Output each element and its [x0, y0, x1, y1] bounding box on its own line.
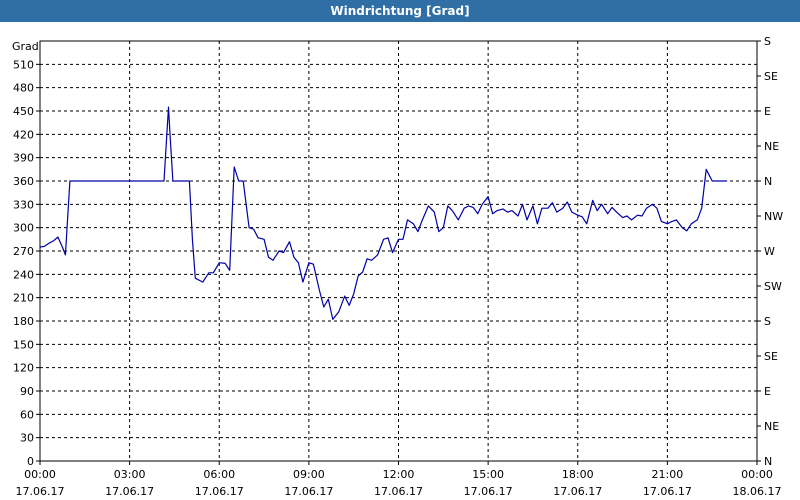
y2-tick-label: E — [764, 385, 771, 398]
y2-tick-label: SE — [764, 350, 778, 363]
y-tick-label: 510 — [13, 58, 34, 71]
y2-tick-label: S — [764, 35, 771, 48]
window-title: Windrichtung [Grad] — [0, 0, 800, 22]
y-tick-label: 150 — [13, 338, 34, 351]
y-tick-label: 0 — [27, 455, 34, 468]
x-tick-date-label: 17.06.17 — [464, 485, 513, 498]
x-tick-date-label: 17.06.17 — [195, 485, 244, 498]
chart-background — [0, 0, 800, 500]
y-tick-label: 420 — [13, 128, 34, 141]
y-tick-label: 120 — [13, 362, 34, 375]
y2-tick-label: W — [764, 245, 775, 258]
y-tick-label: 300 — [13, 222, 34, 235]
y2-tick-label: N — [764, 175, 772, 188]
x-tick-time-label: 00:00 — [741, 468, 773, 481]
y-tick-label: 480 — [13, 82, 34, 95]
y-tick-label: 240 — [13, 268, 34, 281]
y-tick-label: 210 — [13, 292, 34, 305]
x-tick-time-label: 00:00 — [24, 468, 56, 481]
y2-tick-label: NE — [764, 140, 779, 153]
x-tick-time-label: 21:00 — [652, 468, 684, 481]
y2-tick-label: NE — [764, 420, 779, 433]
x-tick-time-label: 06:00 — [203, 468, 235, 481]
y2-tick-label: E — [764, 105, 771, 118]
y-tick-label: 30 — [20, 432, 34, 445]
y2-tick-label: SW — [764, 280, 782, 293]
x-tick-date-label: 17.06.17 — [284, 485, 333, 498]
x-tick-date-label: 17.06.17 — [374, 485, 423, 498]
x-tick-time-label: 09:00 — [293, 468, 325, 481]
y-axis-label: Grad — [12, 40, 39, 53]
wind-direction-chart: 0 30 60 90 120 150 180 210 240 270 300 330 360 390 420… — [0, 0, 800, 500]
x-tick-date-label: 17.06.17 — [643, 485, 692, 498]
x-tick-date-label: 18.06.17 — [733, 485, 782, 498]
y2-tick-label: SE — [764, 70, 778, 83]
x-tick-time-label: 15:00 — [472, 468, 504, 481]
y2-tick-label: S — [764, 315, 771, 328]
y-tick-label: 390 — [13, 152, 34, 165]
y-tick-label: 60 — [20, 408, 34, 421]
x-tick-time-label: 03:00 — [114, 468, 146, 481]
x-tick-time-label: 18:00 — [562, 468, 594, 481]
y-tick-label: 180 — [13, 315, 34, 328]
y-tick-label: 360 — [13, 175, 34, 188]
y2-tick-label: N — [764, 455, 772, 468]
x-tick-date-label: 17.06.17 — [16, 485, 65, 498]
y-tick-label: 330 — [13, 198, 34, 211]
x-tick-date-label: 17.06.17 — [553, 485, 602, 498]
y-tick-label: 270 — [13, 245, 34, 258]
y2-tick-label: NW — [764, 210, 783, 223]
y-tick-label: 90 — [20, 385, 34, 398]
x-tick-time-label: 12:00 — [383, 468, 415, 481]
x-tick-date-label: 17.06.17 — [105, 485, 154, 498]
y-tick-label: 450 — [13, 105, 34, 118]
